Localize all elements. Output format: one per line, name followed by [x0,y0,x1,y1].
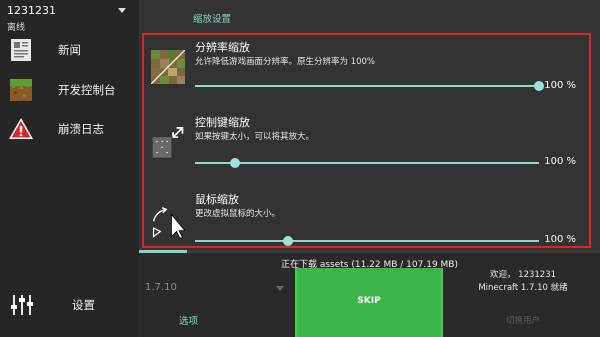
version-dropdown[interactable]: 1.7.10 [145,282,285,304]
row-title: 鼠标缩放 [195,193,239,206]
sidebar-item-label: 设置 [72,298,95,312]
sidebar-item-label: 新闻 [58,43,81,57]
welcome-line: 欢迎， 1231231 [489,270,557,280]
skip-button-label: SKIP [357,296,381,306]
row-value: 100 % [544,80,576,91]
row-value: 100 % [544,156,576,167]
sidebar-item-label: 崩溃日志 [58,122,104,136]
row-title: 分辨率缩放 [195,41,250,54]
version-value[interactable]: 1.7.10 [145,282,177,293]
newspaper-icon [11,39,31,61]
sidebar-item-dev-console[interactable]: 开发控制台 [0,71,139,111]
switch-user-button[interactable]: 切换用户 [446,314,600,326]
resolution-scale-slider[interactable] [195,85,539,87]
chevron-down-icon[interactable] [118,8,126,13]
welcome-message: 欢迎， 1231231 Minecraft 1.7.10 就绪 [446,269,600,295]
row-value: 100 % [544,234,576,245]
control-scale-slider[interactable] [195,162,539,164]
cursor-resize-icon [152,207,185,239]
section-title: 缩放设置 [193,14,232,25]
resolution-preview-icon [151,50,185,84]
row-description: 如果按键太小，可以将其放大。 [195,132,315,142]
sidebar-item-news[interactable]: 新闻 [0,31,139,71]
bottom-bar: 正在下载 assets (11.22 MB / 107.19 MB) 1.7.1… [139,253,600,337]
resolution-scale-row: 分辨率缩放 允许降低游戏画面分辨率。原生分辨率为 100% 100 % [144,35,589,105]
sidebar-item-label: 开发控制台 [58,83,116,97]
row-description: 允许降低游戏画面分辨率。原生分辨率为 100% [195,57,376,67]
chevron-down-icon[interactable] [276,286,284,291]
slider-handle[interactable] [230,158,240,168]
row-title: 控制键缩放 [195,116,250,129]
scale-settings-group: 分辨率缩放 允许降低游戏画面分辨率。原生分辨率为 100% 100 % 控制键缩… [142,33,591,248]
skip-button[interactable]: SKIP [295,268,443,337]
row-description: 更改虚拟鼠标的大小。 [195,209,281,219]
mouse-scale-slider[interactable] [195,240,539,242]
control-scale-row: 控制键缩放 如果按键太小，可以将其放大。 100 % [144,110,589,180]
sidebar-item-settings[interactable]: 设置 [0,285,139,325]
mouse-scale-row: 鼠标缩放 更改虚拟鼠标的大小。 100 % [144,185,589,255]
sliders-icon [11,295,33,315]
ready-line: Minecraft 1.7.10 就绪 [478,283,568,293]
warning-icon [9,118,33,139]
control-resize-icon [152,127,184,158]
slider-handle[interactable] [283,236,293,246]
options-button[interactable]: 选项 [179,313,198,327]
sidebar: 1231231 离线 新闻 开发控制台 崩溃日志 设置 [0,0,139,337]
sidebar-item-crash-log[interactable]: 崩溃日志 [0,110,139,150]
slider-handle[interactable] [534,81,544,91]
grass-block-icon [10,79,32,101]
account-name[interactable]: 1231231 [7,4,56,17]
account-selector[interactable]: 1231231 离线 [7,3,132,33]
